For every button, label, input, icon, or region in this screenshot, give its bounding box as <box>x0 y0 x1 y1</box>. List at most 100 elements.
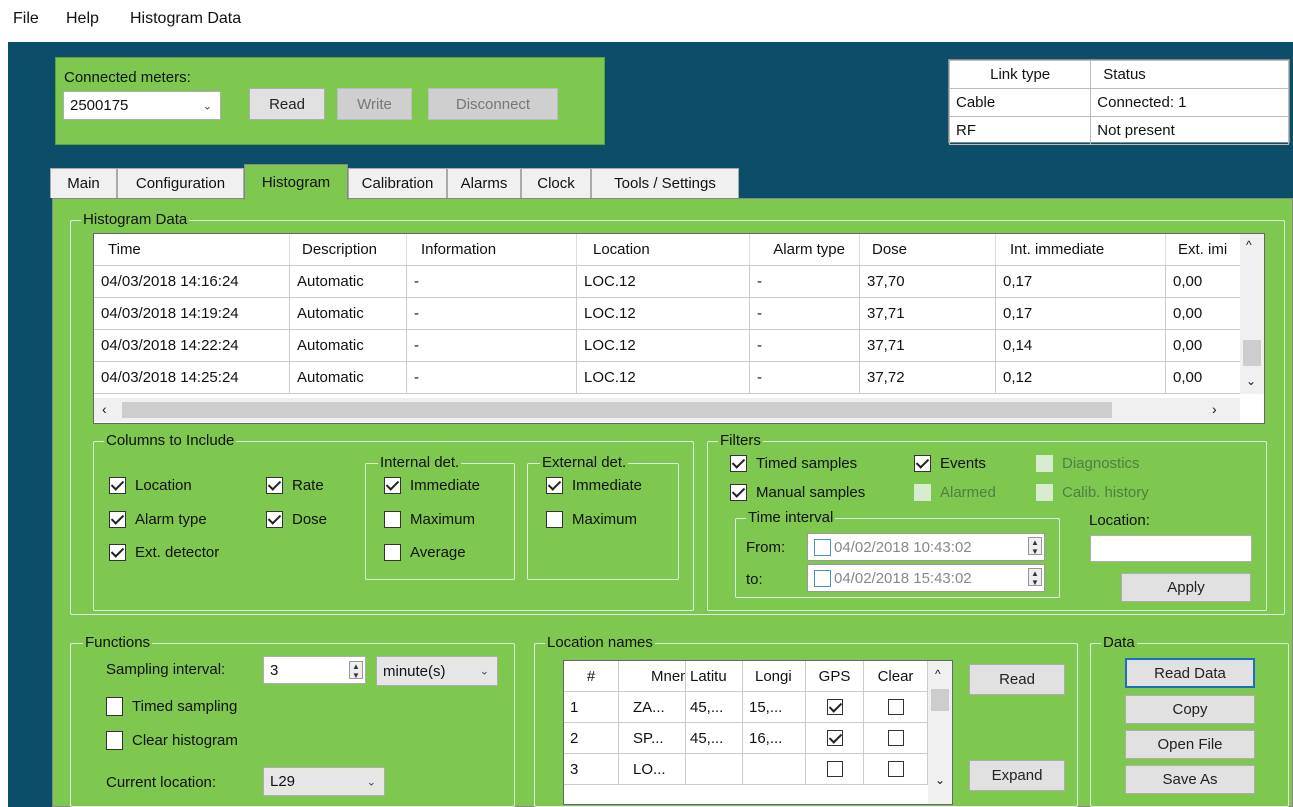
meter-select[interactable]: 2500175 ⌄ <box>63 91 221 120</box>
interval-unit-select[interactable]: minute(s) ⌄ <box>376 656 498 686</box>
tab-tools-settings[interactable]: Tools / Settings <box>591 168 739 198</box>
scroll-thumb[interactable] <box>931 689 949 711</box>
gps-checkbox[interactable] <box>826 730 843 746</box>
internal-average-checkbox[interactable]: Average <box>384 544 466 561</box>
checkbox-box[interactable] <box>730 484 747 501</box>
write-meter-button[interactable]: Write <box>337 88 412 120</box>
checkbox-box[interactable] <box>109 511 126 528</box>
timed-samples-checkbox[interactable]: Timed samples <box>730 455 857 472</box>
column-header[interactable]: Information <box>407 234 577 266</box>
checkbox-box[interactable] <box>106 697 123 716</box>
alarm-type-checkbox[interactable]: Alarm type <box>109 511 207 528</box>
menu-histogram-data[interactable]: Histogram Data <box>130 10 241 28</box>
location-checkbox[interactable]: Location <box>109 477 192 494</box>
gps-checkbox[interactable] <box>826 761 843 777</box>
checkbox-box[interactable] <box>384 511 401 528</box>
tab-clock[interactable]: Clock <box>521 168 591 198</box>
column-header[interactable]: Alarm type <box>750 234 860 266</box>
clear-checkbox[interactable] <box>887 761 904 777</box>
save-as-button[interactable]: Save As <box>1125 765 1255 794</box>
clear-checkbox[interactable] <box>887 730 904 746</box>
checkbox-box[interactable] <box>914 455 931 472</box>
expand-button[interactable]: Expand <box>969 760 1065 791</box>
location-names-grid[interactable]: # Mnen Latitu Longi GPS Clear 1 ZA... 45… <box>563 660 953 805</box>
checkbox-box[interactable] <box>1036 484 1053 501</box>
tab-histogram[interactable]: Histogram <box>244 164 348 200</box>
current-location-select[interactable]: L29 ⌄ <box>263 767 385 796</box>
checkbox-box[interactable] <box>914 484 931 501</box>
column-header[interactable]: Location <box>577 234 750 266</box>
sampling-interval-stepper[interactable]: 3 ▲ ▼ <box>263 656 366 684</box>
clear-checkbox[interactable] <box>887 699 904 715</box>
date-enable-checkbox[interactable] <box>814 538 831 556</box>
chevron-up-icon[interactable]: ^ <box>1246 238 1252 252</box>
column-header[interactable]: GPS <box>806 661 864 692</box>
internal-maximum-checkbox[interactable]: Maximum <box>384 511 475 528</box>
table-row[interactable]: 04/03/2018 14:22:24 Automatic - LOC.12 -… <box>94 330 1246 362</box>
checkbox-box[interactable] <box>546 477 563 494</box>
chevron-down-icon[interactable]: ⌄ <box>935 773 945 787</box>
external-maximum-checkbox[interactable]: Maximum <box>546 511 637 528</box>
alarmed-checkbox[interactable]: Alarmed <box>914 484 996 501</box>
checkbox-box[interactable] <box>384 544 401 561</box>
from-date-picker[interactable]: 04/02/2018 10:43:02 ▲ ▼ <box>807 533 1045 561</box>
clear-histogram-checkbox[interactable]: Clear histogram <box>106 731 238 750</box>
checkbox-box[interactable] <box>106 731 123 750</box>
stepper-arrows-icon[interactable]: ▲ ▼ <box>349 661 363 680</box>
disconnect-button[interactable]: Disconnect <box>428 88 558 120</box>
ext-detector-checkbox[interactable]: Ext. detector <box>109 544 219 561</box>
chevron-up-icon[interactable]: ^ <box>935 667 941 681</box>
table-row[interactable]: 04/03/2018 14:25:24 Automatic - LOC.12 -… <box>94 362 1246 394</box>
internal-immediate-checkbox[interactable]: Immediate <box>384 477 480 494</box>
vertical-scrollbar[interactable]: ^ ⌄ <box>928 661 952 804</box>
checkbox-box[interactable] <box>109 544 126 561</box>
table-row[interactable]: 3 LO... <box>564 754 928 785</box>
scroll-thumb[interactable] <box>1243 340 1261 366</box>
date-enable-checkbox[interactable] <box>814 569 831 587</box>
date-spinner-icon[interactable]: ▲ ▼ <box>1028 537 1042 556</box>
vertical-scrollbar[interactable]: ^ ⌄ <box>1240 234 1264 394</box>
read-meter-button[interactable]: Read <box>249 88 325 120</box>
column-header[interactable]: Ext. imi <box>1166 234 1246 266</box>
column-header[interactable]: # <box>564 661 619 692</box>
read-data-button[interactable]: Read Data <box>1125 658 1255 688</box>
copy-button[interactable]: Copy <box>1125 695 1255 724</box>
table-row[interactable]: 2 SP... 45,... 16,... <box>564 723 928 754</box>
tab-configuration[interactable]: Configuration <box>117 168 244 198</box>
date-spinner-icon[interactable]: ▲ ▼ <box>1028 568 1042 587</box>
column-header[interactable]: Clear <box>864 661 928 692</box>
scroll-thumb[interactable] <box>122 402 1112 418</box>
dose-checkbox[interactable]: Dose <box>266 511 327 528</box>
checkbox-box[interactable] <box>266 511 283 528</box>
checkbox-box[interactable] <box>109 477 126 494</box>
diagnostics-checkbox[interactable]: Diagnostics <box>1036 455 1140 472</box>
tab-main[interactable]: Main <box>50 168 117 198</box>
checkbox-box[interactable] <box>266 477 283 494</box>
checkbox-box[interactable] <box>1036 455 1053 472</box>
checkbox-box[interactable] <box>546 511 563 528</box>
checkbox-box[interactable] <box>384 477 401 494</box>
column-header[interactable]: Time <box>94 234 290 266</box>
to-date-picker[interactable]: 04/02/2018 15:43:02 ▲ ▼ <box>807 564 1045 592</box>
chevron-left-icon[interactable]: ‹ <box>102 401 107 417</box>
rate-checkbox[interactable]: Rate <box>266 477 324 494</box>
histogram-grid[interactable]: Time Description Information Location Al… <box>93 233 1265 424</box>
column-header[interactable]: Int. immediate <box>996 234 1166 266</box>
table-row[interactable]: 1 ZA... 45,... 15,... <box>564 692 928 723</box>
menu-help[interactable]: Help <box>66 10 99 28</box>
menu-file[interactable]: File <box>13 10 39 28</box>
calib-history-checkbox[interactable]: Calib. history <box>1036 484 1149 501</box>
read-locations-button[interactable]: Read <box>969 664 1065 695</box>
column-header[interactable]: Dose <box>860 234 996 266</box>
tab-calibration[interactable]: Calibration <box>348 168 447 198</box>
table-row[interactable]: 04/03/2018 14:16:24 Automatic - LOC.12 -… <box>94 266 1246 298</box>
column-header[interactable]: Latitu <box>686 661 743 692</box>
chevron-down-icon[interactable]: ⌄ <box>1246 374 1256 388</box>
location-filter-input[interactable] <box>1090 535 1252 562</box>
column-header[interactable]: Longi <box>743 661 806 692</box>
checkbox-box[interactable] <box>730 455 747 472</box>
tab-alarms[interactable]: Alarms <box>447 168 521 198</box>
horizontal-scrollbar[interactable]: ‹ › <box>94 398 1240 422</box>
events-checkbox[interactable]: Events <box>914 455 986 472</box>
column-header[interactable]: Mnen <box>619 661 686 692</box>
